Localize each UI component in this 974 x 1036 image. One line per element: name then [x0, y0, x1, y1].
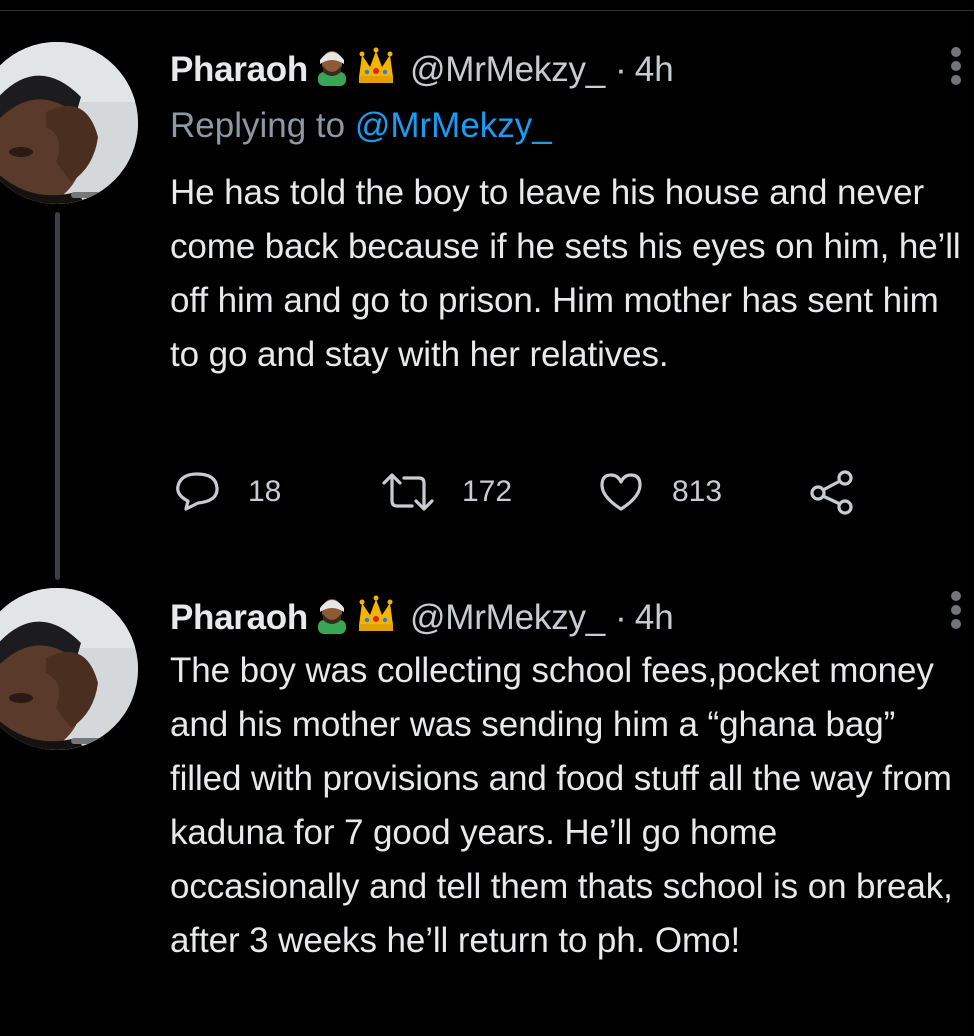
reply-button[interactable]: 18 — [172, 466, 281, 518]
crown-emoji — [356, 595, 396, 642]
reply-count: 18 — [248, 475, 282, 508]
tweet-timestamp[interactable]: 4h — [635, 50, 674, 90]
retweet-icon — [382, 473, 434, 511]
retweet-count: 172 — [462, 475, 513, 508]
author-handle[interactable]: @MrMekzy_ — [410, 598, 605, 638]
tweet-text: He has told the boy to leave his house a… — [170, 173, 961, 374]
replying-to-line: Replying to @MrMekzy_ — [170, 106, 552, 146]
person-with-headwrap-emoji — [314, 594, 350, 643]
retweet-button[interactable]: 172 — [380, 466, 512, 518]
crown-emoji — [356, 47, 396, 94]
person-with-headwrap-emoji — [314, 46, 350, 95]
tweet-timestamp[interactable]: 4h — [635, 598, 674, 638]
tweet-actions: 18 172 813 — [172, 466, 872, 518]
replying-to-mention[interactable]: @MrMekzy_ — [355, 106, 552, 145]
reply-icon — [176, 472, 219, 511]
avatar-image — [0, 588, 138, 750]
avatar[interactable] — [0, 42, 138, 204]
avatar-image — [0, 42, 138, 204]
more-options-icon[interactable] — [948, 590, 964, 638]
author-name[interactable]: Pharaoh — [170, 50, 308, 90]
like-count: 813 — [672, 475, 723, 508]
more-options-icon[interactable] — [948, 46, 964, 94]
avatar[interactable] — [0, 588, 138, 750]
tweet-header: Pharaoh @MrMekzy_ · 4h — [170, 42, 674, 98]
author-handle[interactable]: @MrMekzy_ — [410, 50, 605, 90]
like-icon — [600, 473, 642, 511]
separator-dot: · — [615, 598, 627, 637]
tweet-header: Pharaoh @MrMekzy_ · 4h — [170, 590, 674, 646]
like-button[interactable]: 813 — [598, 466, 722, 518]
share-icon — [810, 470, 853, 515]
separator-dot: · — [615, 50, 627, 89]
tweet-text: The boy was collecting school fees,pocke… — [170, 651, 953, 960]
replying-to-label: Replying to — [170, 106, 355, 145]
thread-connector — [55, 212, 60, 580]
author-name[interactable]: Pharaoh — [170, 598, 308, 638]
top-divider — [0, 10, 974, 11]
share-button[interactable] — [808, 466, 856, 518]
